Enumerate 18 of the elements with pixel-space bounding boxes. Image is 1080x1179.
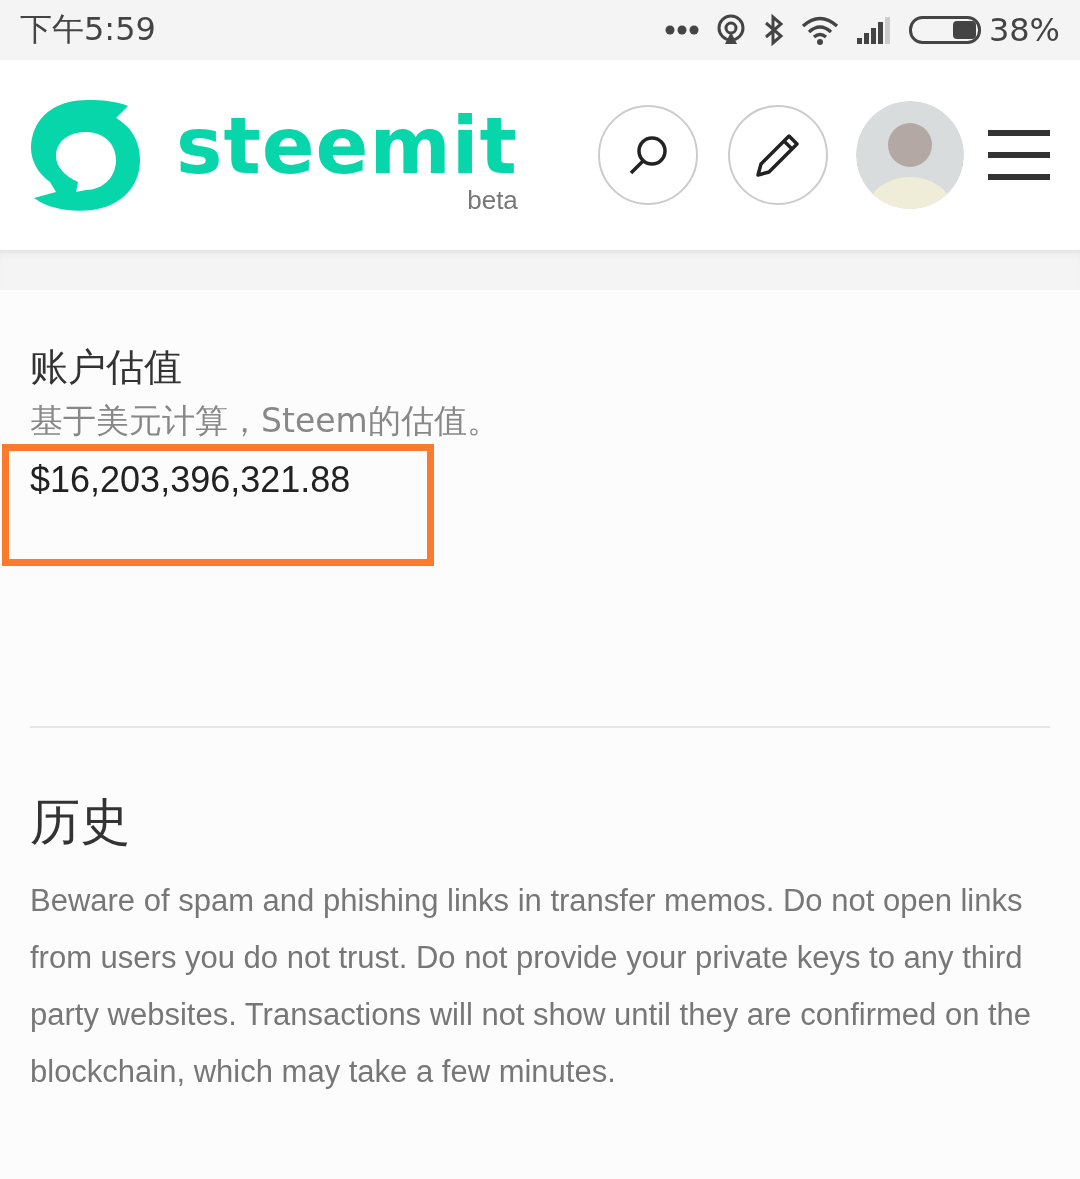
menu-icon [988,130,1050,180]
more-icon [664,25,699,35]
section-subtitle: 基于美元计算，Steem的估值。 [30,400,501,442]
menu-button[interactable] [988,130,1050,180]
status-time: 下午5:59 [20,9,156,50]
section-title: 历史 [30,792,131,853]
beta-label: beta [467,186,518,214]
battery-icon [908,16,981,44]
pencil-icon [755,132,801,178]
bluetooth-icon [762,14,785,46]
signal-icon [854,16,893,44]
search-icon [627,134,669,176]
account-value: $16,203,396,321.88 [30,458,351,502]
battery-percent: 38% [988,11,1060,49]
logo-wordmark[interactable]: steemit [176,106,518,186]
section-title: 账户估值 [30,344,183,391]
wifi-icon [800,15,839,45]
warning-paragraph: Beware of spam and phishing links in transfer memos. Do not open links from users you do not trust. Do not provide your private keys to any third party websites. Transactions will not show until they are confirmed on the blockchain, which may take a few minutes. [30,882,1033,1091]
